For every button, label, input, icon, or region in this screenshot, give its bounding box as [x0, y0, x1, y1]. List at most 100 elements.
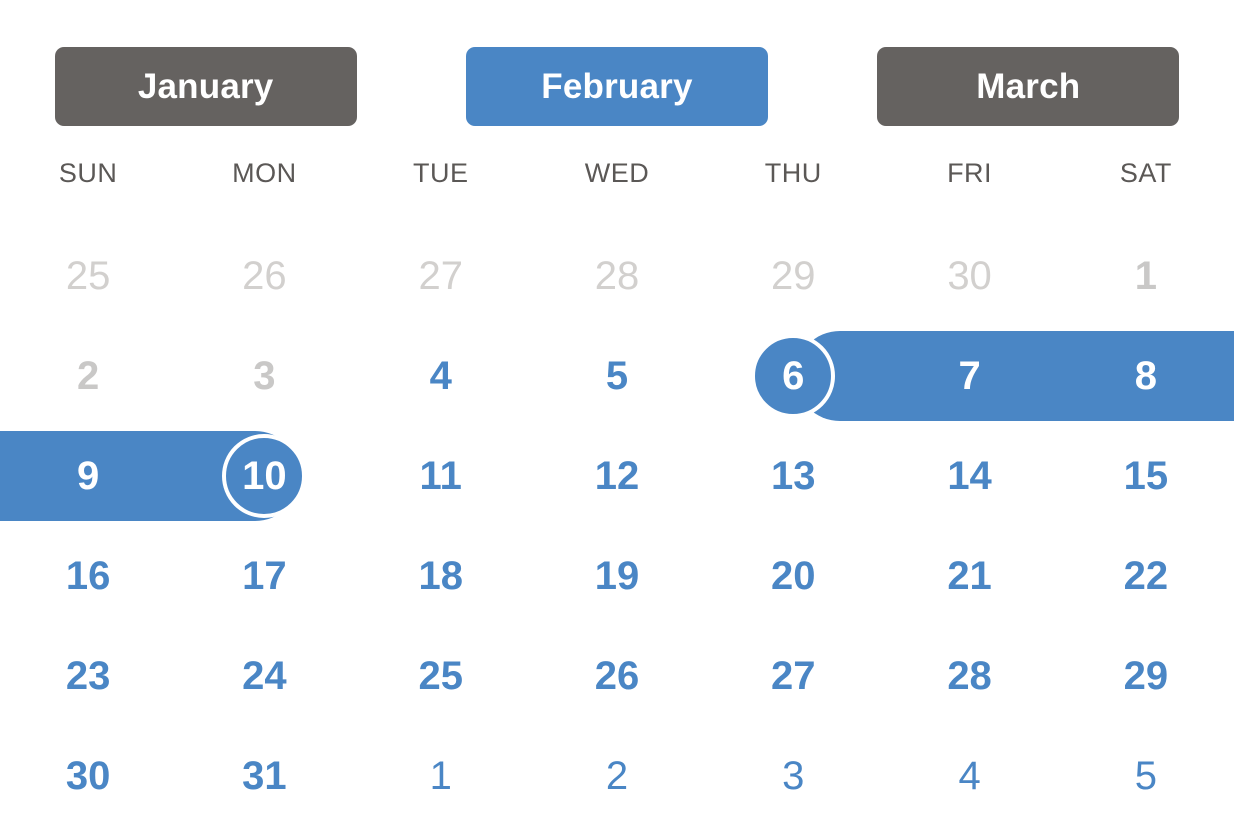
calendar-day-cell: 27 [353, 226, 529, 326]
calendar-date-range-picker: January February March SUN MON TUE WED THU FRI S… [0, 0, 1234, 832]
calendar-day-number: 3 [253, 354, 276, 398]
weekday-label-sat: SAT [1119, 157, 1172, 188]
calendar-week-days: 25 26 27 28 29 30 1 [0, 226, 1234, 326]
calendar-day-cell: 25 [0, 226, 176, 326]
calendar-day-number: 22 [1123, 554, 1169, 598]
calendar-day-number: 21 [947, 554, 992, 598]
calendar-day-number: 10 [242, 454, 287, 498]
calendar-day-number: 27 [771, 654, 816, 698]
calendar-day-cell: 1 [1058, 226, 1234, 326]
calendar-day-number: 28 [594, 254, 640, 298]
calendar-day-cell[interactable]: 8 [1058, 326, 1234, 426]
calendar-day-cell[interactable]: 11 [353, 426, 529, 526]
calendar-day-number: 15 [1123, 454, 1169, 498]
calendar-day-cell[interactable]: 13 [705, 426, 881, 526]
weekday-label-sun: SUN [58, 157, 118, 188]
calendar-day-number: 29 [771, 254, 816, 298]
calendar-day-number: 20 [771, 554, 816, 598]
weekday-label-wed: WED [584, 157, 650, 188]
calendar-day-number: 31 [242, 754, 287, 798]
month-button-february[interactable]: February [465, 46, 768, 126]
calendar-day-number: 28 [947, 654, 992, 698]
calendar-week-days: 9 10 11 12 13 14 15 [0, 426, 1234, 526]
calendar-day-cell[interactable]: 6 [705, 326, 881, 426]
calendar-day-cell[interactable]: 7 [881, 326, 1057, 426]
calendar-day-number: 12 [594, 454, 640, 498]
calendar-day-cell: 2 [0, 326, 176, 426]
calendar-day-cell[interactable]: 1 [353, 726, 529, 826]
calendar-day-number: 29 [1123, 654, 1169, 698]
calendar-day-number: 18 [418, 554, 463, 598]
calendar-day-cell: 29 [705, 226, 881, 326]
calendar-day-cell[interactable]: 5 [1058, 726, 1234, 826]
calendar-day-number: 13 [771, 454, 816, 498]
calendar-day-cell[interactable]: 25 [353, 626, 529, 726]
calendar-day-number: 30 [947, 254, 992, 298]
calendar-day-number: 19 [594, 554, 640, 598]
calendar-day-cell[interactable]: 9 [0, 426, 176, 526]
calendar-day-number: 1 [1134, 254, 1157, 298]
calendar-day-number: 6 [782, 354, 805, 398]
calendar-day-cell: 3 [176, 326, 352, 426]
calendar-week-days: 16 17 18 19 20 21 22 [0, 526, 1234, 626]
calendar-day-number: 16 [65, 554, 111, 598]
calendar-day-cell[interactable]: 28 [881, 626, 1057, 726]
weekday-label-mon: MON [232, 157, 297, 188]
calendar-day-number: 27 [418, 254, 463, 298]
calendar-day-cell[interactable]: 16 [0, 526, 176, 626]
calendar-day-number: 1 [429, 754, 452, 798]
calendar-day-cell[interactable]: 2 [529, 726, 705, 826]
calendar-day-cell[interactable]: 4 [353, 326, 529, 426]
calendar-day-number: 23 [65, 654, 111, 698]
calendar-day-number: 14 [947, 454, 992, 498]
calendar-day-number: 30 [65, 754, 111, 798]
calendar-day-cell[interactable]: 29 [1058, 626, 1234, 726]
calendar-day-cell[interactable]: 12 [529, 426, 705, 526]
weekday-label-fri: FRI [947, 157, 993, 188]
month-selector: January February March [0, 46, 1234, 126]
calendar-day-number: 2 [605, 754, 629, 798]
calendar-day-number: 5 [605, 354, 629, 398]
calendar-day-number: 3 [782, 754, 805, 798]
calendar-day-cell[interactable]: 10 [176, 426, 352, 526]
calendar-day-number: 8 [1134, 354, 1157, 398]
calendar-day-cell[interactable]: 5 [529, 326, 705, 426]
calendar-week-row: 23 24 25 26 27 28 29 [0, 626, 1234, 726]
calendar-day-cell: 26 [176, 226, 352, 326]
calendar-week-days: 23 24 25 26 27 28 29 [0, 626, 1234, 726]
calendar-week-days: 2 3 4 5 6 7 8 [0, 326, 1234, 426]
calendar-day-number: 26 [594, 654, 640, 698]
calendar-day-cell[interactable]: 21 [881, 526, 1057, 626]
month-button-january[interactable]: January [54, 46, 357, 126]
calendar-week-row: 16 17 18 19 20 21 22 [0, 526, 1234, 626]
calendar-day-cell[interactable]: 26 [529, 626, 705, 726]
calendar-day-number: 4 [958, 754, 981, 798]
calendar-day-cell[interactable]: 15 [1058, 426, 1234, 526]
calendar-day-cell[interactable]: 4 [881, 726, 1057, 826]
calendar-day-number: 9 [77, 454, 100, 498]
calendar-day-cell[interactable]: 14 [881, 426, 1057, 526]
month-slot-january: January [0, 46, 411, 126]
calendar-day-cell[interactable]: 19 [529, 526, 705, 626]
calendar-day-cell[interactable]: 31 [176, 726, 352, 826]
calendar-day-cell[interactable]: 20 [705, 526, 881, 626]
calendar-day-cell[interactable]: 3 [705, 726, 881, 826]
calendar-day-cell: 28 [529, 226, 705, 326]
calendar-day-cell[interactable]: 23 [0, 626, 176, 726]
calendar-week-days: 30 31 1 2 3 4 5 [0, 726, 1234, 826]
calendar-day-number: 11 [419, 454, 462, 498]
calendar-day-cell[interactable]: 18 [353, 526, 529, 626]
month-slot-february: February [411, 46, 822, 126]
calendar-day-number: 7 [958, 354, 981, 398]
month-button-march[interactable]: March [877, 46, 1180, 126]
calendar-day-cell[interactable]: 27 [705, 626, 881, 726]
weekday-label-tue: TUE [412, 157, 469, 188]
calendar-day-number: 24 [242, 654, 287, 698]
weekday-label-thu: THU [764, 157, 822, 188]
calendar-day-cell[interactable]: 24 [176, 626, 352, 726]
calendar-day-cell[interactable]: 30 [0, 726, 176, 826]
calendar-day-cell[interactable]: 17 [176, 526, 352, 626]
calendar-day-cell[interactable]: 22 [1058, 526, 1234, 626]
calendar-day-number: 25 [418, 654, 463, 698]
calendar-day-number: 5 [1134, 754, 1157, 798]
